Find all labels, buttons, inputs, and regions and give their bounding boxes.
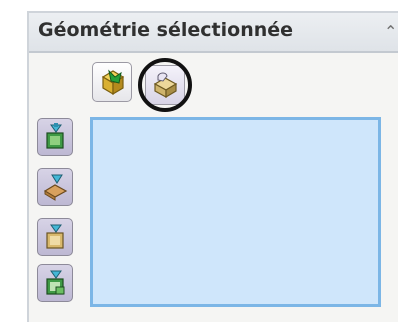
selection-list-box[interactable] [90,117,381,307]
panel-header[interactable]: Géométrie sélectionnée ⌃ [29,13,398,53]
remove-body-button[interactable] [37,264,73,302]
double-chevron-up-icon[interactable]: ⌃ [384,21,398,43]
keep-body-button[interactable] [37,218,73,256]
surface-body-button[interactable] [145,65,185,105]
tool-body-button[interactable] [37,168,73,206]
solid-body-button[interactable] [92,62,132,102]
target-body-button[interactable] [37,118,73,156]
panel-title: Géométrie sélectionnée [38,19,294,41]
